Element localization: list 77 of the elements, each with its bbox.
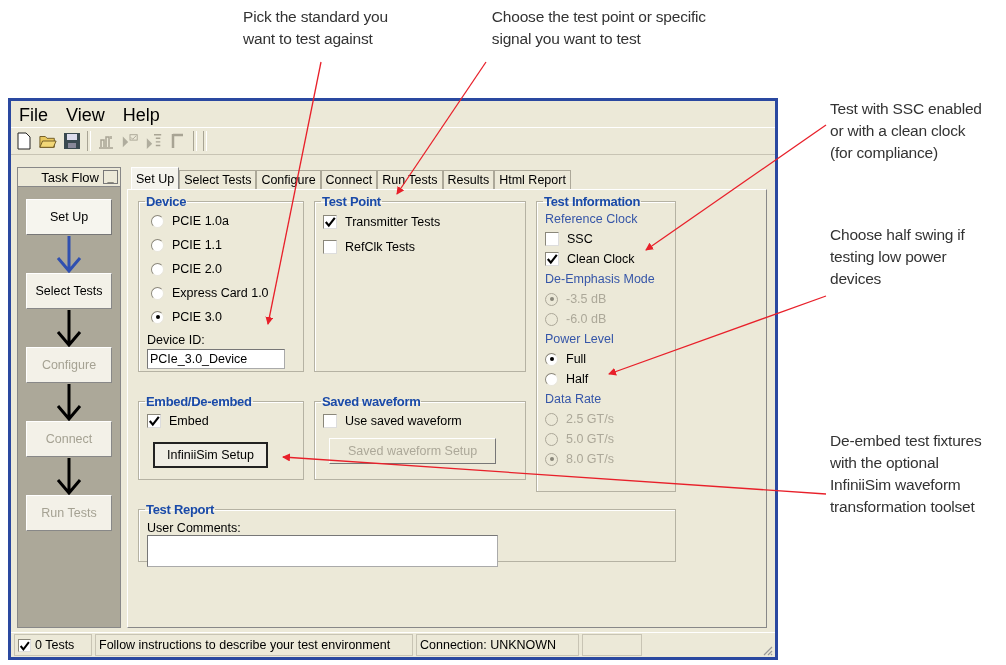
- option-label: PCIE 2.0: [172, 262, 223, 276]
- option-label: 8.0 GT/s: [566, 452, 614, 466]
- device-id-field[interactable]: PCIe_3.0_Device: [147, 349, 285, 369]
- field-label: Device ID:: [147, 333, 206, 347]
- radio-button[interactable]: [151, 214, 164, 228]
- menu-item[interactable]: View: [66, 105, 105, 127]
- option-label: PCIE 3.0: [172, 310, 223, 324]
- option-label: Clean Clock: [567, 252, 635, 266]
- option-label: Half: [566, 372, 589, 386]
- group-title: Embed/De-embed: [145, 394, 253, 409]
- resize-grip-icon[interactable]: [761, 644, 773, 656]
- task-step-button[interactable]: Set Up: [26, 199, 112, 235]
- checkbox[interactable]: [545, 232, 559, 246]
- status-cell: [582, 634, 642, 656]
- infiniisim-setup-button[interactable]: InfiniiSim Setup: [153, 442, 268, 468]
- tab[interactable]: Results: [442, 170, 495, 189]
- panel-title: Task Flow: [41, 169, 99, 185]
- radio-button[interactable]: [151, 310, 164, 324]
- section-heading: Data Rate: [545, 391, 603, 408]
- group-title: Test Information: [543, 194, 642, 209]
- down-arrow-icon: [54, 235, 84, 273]
- callout-text: Test with SSC enabled or with a clean clock (for compliance): [830, 99, 982, 163]
- option-label: RefClk Tests: [345, 239, 415, 254]
- section-heading: Reference Clock: [545, 211, 639, 228]
- group-title: Saved waveform: [321, 394, 422, 409]
- option-label: PCIE 1.0a: [172, 214, 229, 228]
- down-arrow-icon: [54, 383, 84, 421]
- group-title: Test Point: [321, 194, 382, 209]
- task-step-button[interactable]: Select Tests: [26, 273, 112, 309]
- callout-text: De-embed test fixtures with the optional InfiniiSim waveform transformation toolset: [830, 431, 982, 517]
- checkbox[interactable]: [18, 638, 31, 652]
- callout-text: Pick the standard you want to test against: [243, 7, 388, 49]
- radio-button[interactable]: [151, 262, 164, 276]
- section-heading: De-Emphasis Mode: [545, 271, 656, 288]
- option-label: 5.0 GT/s: [566, 432, 614, 446]
- option-label: -6.0 dB: [566, 312, 607, 326]
- option-label: PCIE 1.1: [172, 238, 223, 252]
- connection-status: Connection: UNKNOWN: [416, 634, 579, 656]
- checkbox[interactable]: [323, 239, 337, 254]
- tab[interactable]: Run Tests: [377, 170, 443, 189]
- checkbox[interactable]: [545, 252, 559, 266]
- field-label: User Comments:: [147, 521, 242, 535]
- callout-text: Choose the test point or specific signal you want to test: [491, 7, 706, 49]
- option-label: 2.5 GT/s: [566, 412, 614, 426]
- radio-button[interactable]: [151, 286, 164, 300]
- status-message: Follow instructions to describe your test environment: [95, 634, 413, 656]
- option-label: Embed: [169, 413, 209, 428]
- option-label: Transmitter Tests: [345, 214, 441, 229]
- group-title: Test Report: [145, 502, 215, 517]
- tab[interactable]: Set Up: [131, 167, 180, 189]
- test-count: 0 Tests: [35, 638, 75, 652]
- menu-item[interactable]: Help: [122, 105, 160, 127]
- play-check-icon[interactable]: [121, 132, 139, 150]
- tab[interactable]: Select Tests: [179, 170, 257, 189]
- radio-button[interactable]: [545, 352, 558, 366]
- minimize-button[interactable]: _: [103, 170, 118, 184]
- checkbox[interactable]: [147, 413, 161, 428]
- callout-text: Choose half swing if testing low power devices: [830, 225, 966, 289]
- section-heading: Power Level: [545, 331, 615, 348]
- checkbox[interactable]: [323, 214, 337, 229]
- user-comments-field[interactable]: [147, 535, 498, 567]
- option-label: SSC: [567, 232, 593, 246]
- option-label: Express Card 1.0: [172, 286, 269, 300]
- checkbox[interactable]: [323, 413, 337, 428]
- menu-item[interactable]: File: [19, 105, 48, 127]
- group-title: Device: [145, 194, 188, 209]
- new-document-icon[interactable]: [15, 132, 33, 150]
- radio-button[interactable]: [545, 372, 558, 386]
- option-label: -3.5 dB: [566, 292, 607, 306]
- option-label: Use saved waveform: [345, 413, 462, 428]
- tab[interactable]: Connect: [320, 170, 378, 189]
- play-list-icon[interactable]: [145, 132, 163, 150]
- down-arrow-icon: [54, 457, 84, 495]
- tab[interactable]: Html Report: [494, 170, 571, 189]
- option-label: Full: [566, 352, 587, 366]
- radio-button[interactable]: [151, 238, 164, 252]
- down-arrow-icon: [54, 309, 84, 347]
